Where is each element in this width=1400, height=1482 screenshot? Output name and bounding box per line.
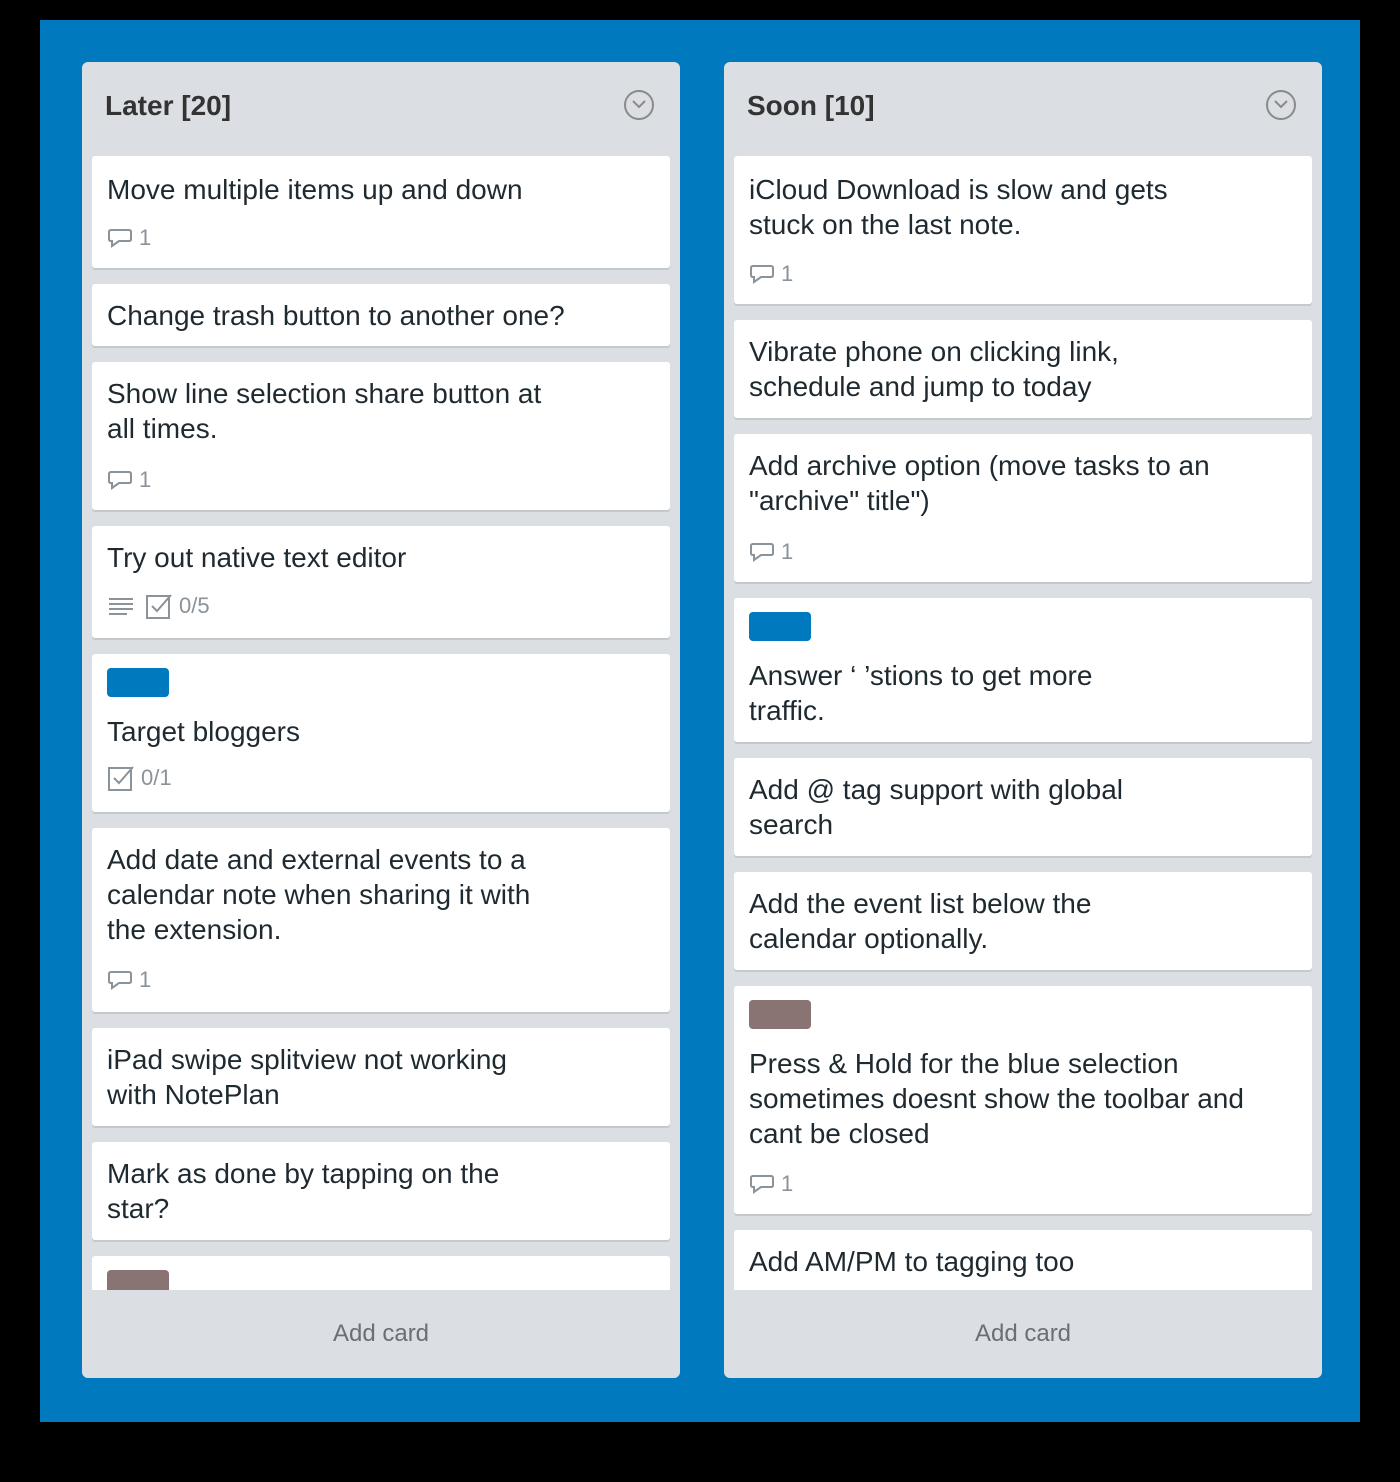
card[interactable]: Add AM/PM to tagging too bbox=[734, 1230, 1312, 1290]
comment-icon bbox=[750, 543, 774, 562]
card-badges: 0/5 bbox=[107, 592, 210, 620]
chevron-down-icon[interactable] bbox=[1266, 90, 1296, 120]
comment-count: 1 bbox=[781, 539, 794, 564]
card-title: Add date and external events to a calend… bbox=[107, 844, 531, 945]
card-list: iCloud Download is slow and gets stuck o… bbox=[734, 156, 1312, 1290]
checklist-icon bbox=[146, 594, 172, 619]
add-card-button[interactable]: Add card bbox=[82, 1290, 680, 1378]
comment-icon bbox=[108, 229, 132, 248]
comment-badge: 1 bbox=[107, 225, 151, 251]
card[interactable]: Answer ‘ ’stions to get more traffic. bbox=[734, 598, 1312, 742]
card-title: Add archive option (move tasks to an "ar… bbox=[749, 450, 1210, 516]
list-later: Later [20] Move multiple items up and do… bbox=[82, 62, 680, 1378]
comment-icon bbox=[108, 971, 132, 990]
list-header: Later [20] bbox=[82, 62, 680, 156]
comment-badge: 1 bbox=[107, 967, 151, 993]
card-badges: 1 bbox=[749, 1170, 793, 1198]
card[interactable]: Add the event list below the calendar op… bbox=[734, 872, 1312, 970]
comment-icon bbox=[750, 265, 774, 284]
chevron-down-icon[interactable] bbox=[624, 90, 654, 120]
card-badges: 1 bbox=[749, 260, 793, 288]
board: Later [20] Move multiple items up and do… bbox=[40, 20, 1360, 1422]
list-title: Soon [10] bbox=[747, 90, 875, 121]
card-badges: 0/1 bbox=[107, 764, 172, 792]
card[interactable]: iCloud Download is slow and gets stuck o… bbox=[734, 156, 1312, 304]
card-title: Try out native text editor bbox=[107, 542, 407, 573]
checklist-badge: 0/5 bbox=[145, 592, 210, 620]
card[interactable]: Add date and external events to a calend… bbox=[92, 828, 670, 1012]
checklist-badge: 0/1 bbox=[107, 764, 172, 792]
card-title: Answer ‘ ’stions to get more traffic. bbox=[749, 660, 1093, 726]
add-card-button[interactable]: Add card bbox=[724, 1290, 1322, 1378]
card-badges: 1 bbox=[107, 966, 151, 994]
card-title: iCloud Download is slow and gets stuck o… bbox=[749, 174, 1168, 240]
card[interactable]: Move multiple items up and down 1 bbox=[92, 156, 670, 268]
comment-badge: 1 bbox=[749, 539, 793, 565]
comment-count: 1 bbox=[139, 225, 152, 250]
list-header: Soon [10] bbox=[724, 62, 1322, 156]
card-title: Vibrate phone on clicking link, schedule… bbox=[749, 336, 1119, 402]
comment-icon bbox=[750, 1175, 774, 1194]
card[interactable]: Press & Hold for the blue selection some… bbox=[734, 986, 1312, 1214]
card-title: Mark as done by tapping on the star? bbox=[107, 1158, 500, 1224]
comment-icon bbox=[108, 471, 132, 490]
label-brown bbox=[107, 1270, 169, 1290]
card-title: Add the event list below the calendar op… bbox=[749, 888, 1092, 954]
comment-count: 1 bbox=[781, 1171, 794, 1196]
card-title: Move multiple items up and down bbox=[107, 174, 523, 205]
card[interactable] bbox=[92, 1256, 670, 1290]
comment-badge: 1 bbox=[749, 1171, 793, 1197]
card-badges: 1 bbox=[107, 466, 151, 494]
card-badges: 1 bbox=[749, 538, 793, 566]
list-title: Later [20] bbox=[105, 90, 232, 121]
card-list: Move multiple items up and down 1 Change… bbox=[92, 156, 670, 1290]
card[interactable]: Try out native text editor 0/5 bbox=[92, 526, 670, 638]
card-title: Press & Hold for the blue selection some… bbox=[749, 1048, 1244, 1149]
card-title: Add AM/PM to tagging too bbox=[749, 1246, 1075, 1277]
card-title: Change trash button to another one? bbox=[107, 300, 565, 331]
checklist-count: 0/5 bbox=[179, 593, 210, 618]
card[interactable]: Mark as done by tapping on the star? bbox=[92, 1142, 670, 1240]
card-title: Add @ tag support with global search bbox=[749, 774, 1123, 840]
comment-badge: 1 bbox=[107, 467, 151, 493]
card[interactable]: Add @ tag support with global search bbox=[734, 758, 1312, 856]
card-title: Show line selection share button at all … bbox=[107, 378, 542, 444]
description-icon bbox=[109, 598, 133, 615]
card[interactable]: Vibrate phone on clicking link, schedule… bbox=[734, 320, 1312, 418]
checklist-count: 0/1 bbox=[141, 765, 172, 790]
description-badge bbox=[107, 595, 135, 617]
list-soon: Soon [10] iCloud Download is slow and ge… bbox=[724, 62, 1322, 1378]
checklist-icon bbox=[108, 766, 134, 791]
card[interactable]: Change trash button to another one? bbox=[92, 284, 670, 346]
comment-count: 1 bbox=[781, 261, 794, 286]
card-title: Target bloggers bbox=[107, 716, 301, 747]
card[interactable]: Add archive option (move tasks to an "ar… bbox=[734, 434, 1312, 582]
label-blue bbox=[107, 668, 169, 697]
comment-count: 1 bbox=[139, 967, 152, 992]
card[interactable]: Show line selection share button at all … bbox=[92, 362, 670, 510]
card[interactable]: Target bloggers 0/1 bbox=[92, 654, 670, 812]
comment-count: 1 bbox=[139, 467, 152, 492]
comment-badge: 1 bbox=[749, 261, 793, 287]
label-blue bbox=[749, 612, 811, 641]
card[interactable]: iPad swipe splitview not working with No… bbox=[92, 1028, 670, 1126]
card-title: iPad swipe splitview not working with No… bbox=[107, 1044, 507, 1110]
card-badges: 1 bbox=[107, 224, 151, 252]
label-brown bbox=[749, 1000, 811, 1029]
